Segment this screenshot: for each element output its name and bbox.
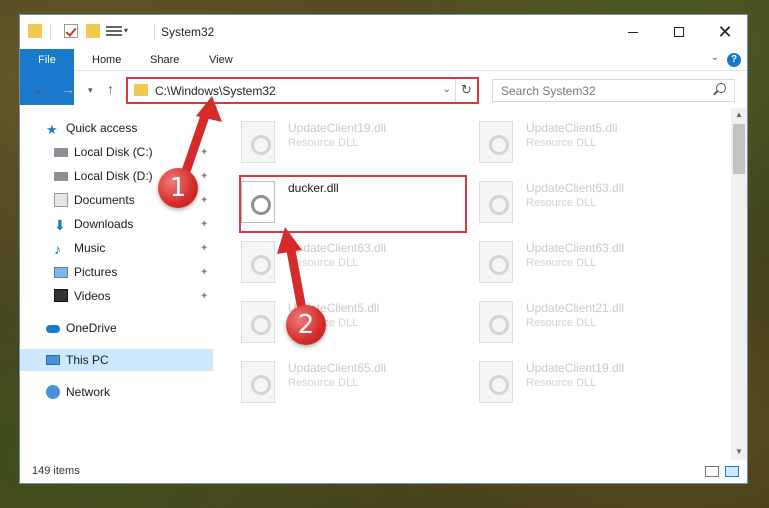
arrow-2 (277, 227, 308, 320)
arrow-1 (178, 96, 222, 185)
step-1-badge: 1 (158, 168, 198, 208)
annotation-arrows (178, 96, 308, 320)
step-2-badge: 2 (286, 305, 326, 345)
